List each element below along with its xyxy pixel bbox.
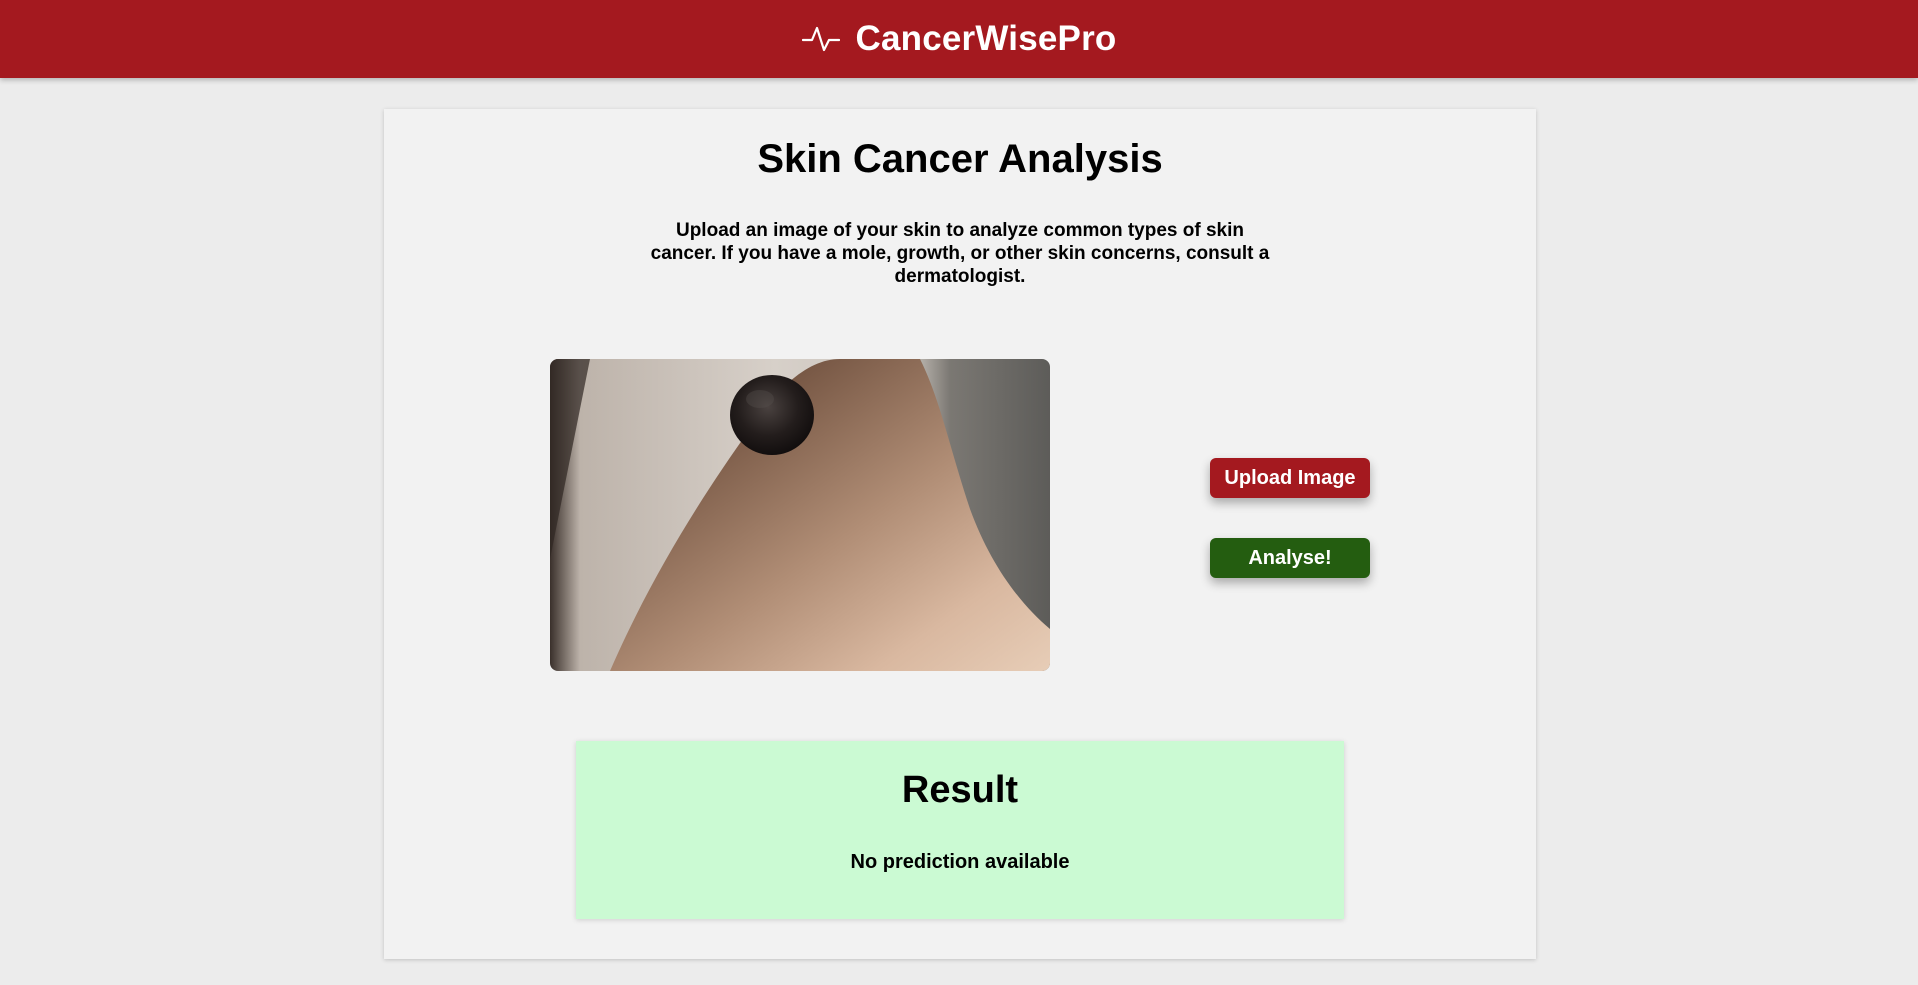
result-panel: Result No prediction available [576, 741, 1344, 919]
top-header: CancerWisePro [0, 0, 1918, 78]
upload-image-button[interactable]: Upload Image [1210, 458, 1370, 498]
analyse-button[interactable]: Analyse! [1210, 538, 1370, 578]
result-title: Result [901, 769, 1019, 811]
page-description: Upload an image of your skin to analyze … [650, 220, 1270, 287]
pulse-icon [801, 23, 840, 55]
result-text: No prediction available [850, 851, 1070, 873]
analysis-card: Skin Cancer Analysis Upload an image of … [384, 109, 1536, 959]
skin-image-preview [550, 359, 1050, 671]
brand[interactable]: CancerWisePro [801, 19, 1117, 59]
page-title: Skin Cancer Analysis [757, 137, 1163, 181]
brand-name: CancerWisePro [855, 19, 1117, 58]
